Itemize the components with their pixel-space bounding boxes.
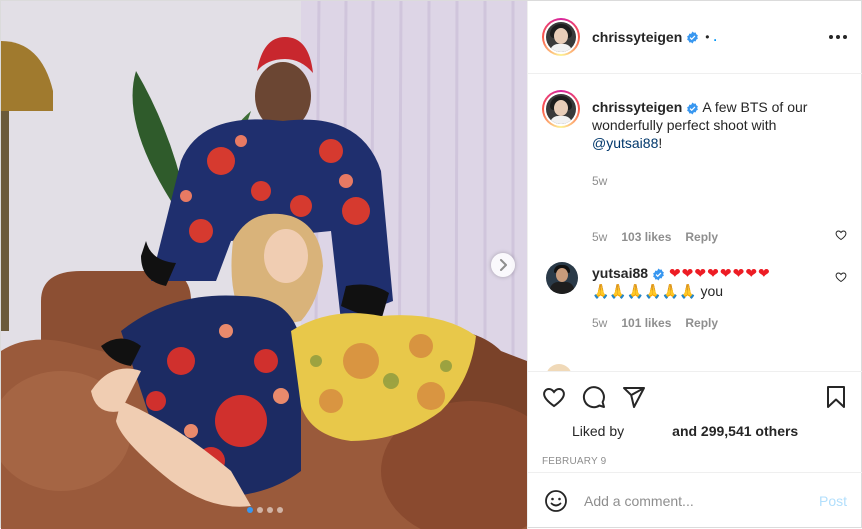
comment-button[interactable] — [582, 377, 622, 417]
post-actions: Liked by and 299,541 others FEBRUARY 9 — [528, 371, 862, 467]
paper-plane-icon — [623, 387, 645, 408]
verified-badge-icon — [686, 31, 699, 44]
heart-outline-icon — [835, 230, 847, 241]
share-button[interactable] — [622, 377, 662, 417]
comment-avatar[interactable] — [546, 212, 578, 244]
comment-bubble-icon — [582, 386, 605, 409]
verified-badge-icon — [686, 102, 699, 115]
likes-prefix: Liked by — [572, 423, 625, 439]
comment-likes[interactable]: 101 likes — [621, 314, 671, 332]
save-button[interactable] — [823, 377, 847, 417]
author-username[interactable]: chrissyteigen — [592, 29, 682, 45]
comment-avatar[interactable] — [546, 262, 578, 294]
author-avatar[interactable] — [542, 18, 580, 56]
comment-input[interactable] — [584, 492, 804, 509]
partial-comment — [542, 364, 842, 371]
comment-likes[interactable]: 103 likes — [621, 228, 671, 246]
heart-outline-icon — [835, 272, 847, 283]
likes-count[interactable]: and 299,541 others — [672, 423, 798, 439]
comment-like-button[interactable] — [835, 270, 847, 286]
comment-time[interactable]: 5w — [592, 228, 607, 246]
add-comment-bar: Post — [528, 472, 862, 528]
follow-link[interactable]: . — [713, 30, 716, 44]
carousel-indicator — [247, 507, 283, 513]
caption-username[interactable]: chrissyteigen — [592, 99, 682, 115]
comment-text: you — [696, 283, 724, 299]
post-date[interactable]: FEBRUARY 9 — [542, 456, 847, 467]
carousel-dot — [247, 507, 253, 513]
comment-like-button[interactable] — [835, 228, 847, 244]
likes-summary[interactable]: Liked by and 299,541 others — [572, 422, 847, 440]
post-media[interactable] — [1, 1, 527, 529]
comments-list[interactable]: chrissyteigen A few BTS of our wonderful… — [528, 74, 862, 371]
verified-badge-icon — [652, 268, 665, 281]
post-photo — [1, 1, 527, 529]
action-icon-row — [542, 372, 847, 422]
heart-icon — [543, 387, 565, 408]
caption-suffix: ! — [658, 135, 663, 151]
carousel-dot — [257, 507, 263, 513]
like-button[interactable] — [542, 377, 582, 417]
smiley-icon — [545, 489, 567, 512]
comment-hearts: ❤❤❤❤❤❤❤❤ — [668, 265, 771, 281]
carousel-next-button[interactable] — [491, 253, 515, 277]
post-comment-button[interactable]: Post — [819, 493, 847, 509]
post-side-panel: chrissyteigen • . chrissyteigen A few BT… — [527, 1, 862, 529]
carousel-dot — [267, 507, 273, 513]
caption: chrissyteigen A few BTS of our wonderful… — [542, 74, 847, 190]
caption-time[interactable]: 5w — [592, 172, 607, 190]
emoji-button[interactable] — [544, 489, 568, 513]
more-dots-icon — [829, 35, 833, 39]
comment-avatar — [546, 364, 572, 371]
chevron-right-icon — [500, 259, 507, 271]
comment-item: 5w 103 likes Reply — [542, 190, 847, 246]
comment-reply-button[interactable]: Reply — [685, 314, 718, 332]
caption-avatar[interactable] — [542, 90, 580, 128]
carousel-dot — [277, 507, 283, 513]
bookmark-icon — [827, 386, 845, 408]
caption-mention-link[interactable]: @yutsai88 — [592, 135, 658, 151]
comment-username[interactable]: yutsai88 — [592, 265, 648, 281]
comment-item: yutsai88 ❤❤❤❤❤❤❤❤ 🙏🙏🙏🙏🙏🙏 you 5w 101 like… — [542, 246, 847, 332]
header-separator: • — [705, 30, 710, 44]
more-options-button[interactable] — [829, 25, 847, 49]
comment-time[interactable]: 5w — [592, 314, 607, 332]
comment-reply-button[interactable]: Reply — [685, 228, 718, 246]
post-header: chrissyteigen • . — [528, 1, 862, 74]
comment-hands: 🙏🙏🙏🙏🙏🙏 — [592, 283, 697, 299]
instagram-post: chrissyteigen • . chrissyteigen A few BT… — [0, 0, 862, 529]
